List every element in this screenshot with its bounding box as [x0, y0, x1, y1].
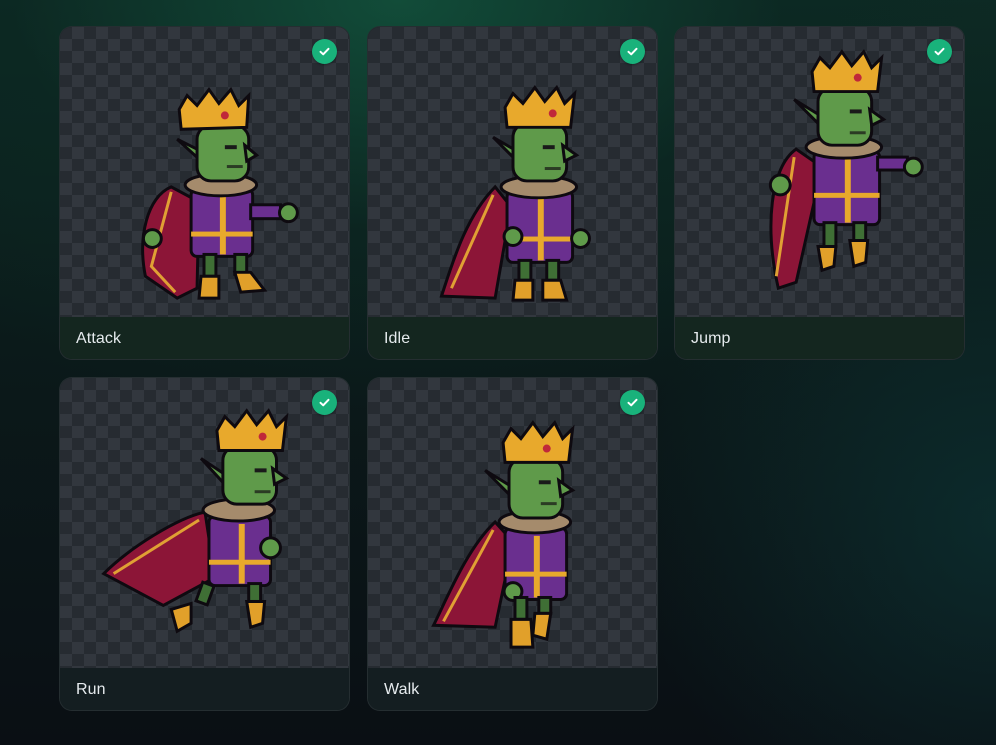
animation-card-attack[interactable]: Attack — [59, 26, 350, 360]
card-footer: Walk — [368, 668, 657, 710]
goblin-king-walk-sprite — [431, 420, 576, 649]
animation-card-idle[interactable]: Idle — [367, 26, 658, 360]
animation-label: Idle — [384, 330, 411, 347]
animation-label: Walk — [384, 681, 420, 698]
goblin-king-attack-sprite — [141, 86, 299, 300]
animation-label: Run — [76, 681, 106, 698]
card-footer: Idle — [368, 317, 657, 359]
card-footer: Run — [60, 668, 349, 710]
card-footer: Attack — [60, 317, 349, 359]
goblin-king-idle-sprite — [439, 84, 591, 302]
animation-card-run[interactable]: Run — [59, 377, 350, 711]
animation-grid: Attack Idle Jump Run Walk — [0, 0, 996, 745]
selected-check-icon[interactable] — [312, 39, 337, 64]
goblin-king-run-sprite — [101, 408, 290, 634]
selected-check-icon[interactable] — [927, 39, 952, 64]
animation-card-jump[interactable]: Jump — [674, 26, 965, 360]
selected-check-icon[interactable] — [620, 390, 645, 415]
selected-check-icon[interactable] — [620, 39, 645, 64]
animation-label: Jump — [691, 330, 731, 347]
animation-card-walk[interactable]: Walk — [367, 377, 658, 711]
selected-check-icon[interactable] — [312, 390, 337, 415]
animation-label: Attack — [76, 330, 122, 347]
goblin-king-jump-sprite — [768, 49, 924, 291]
card-footer: Jump — [675, 317, 964, 359]
